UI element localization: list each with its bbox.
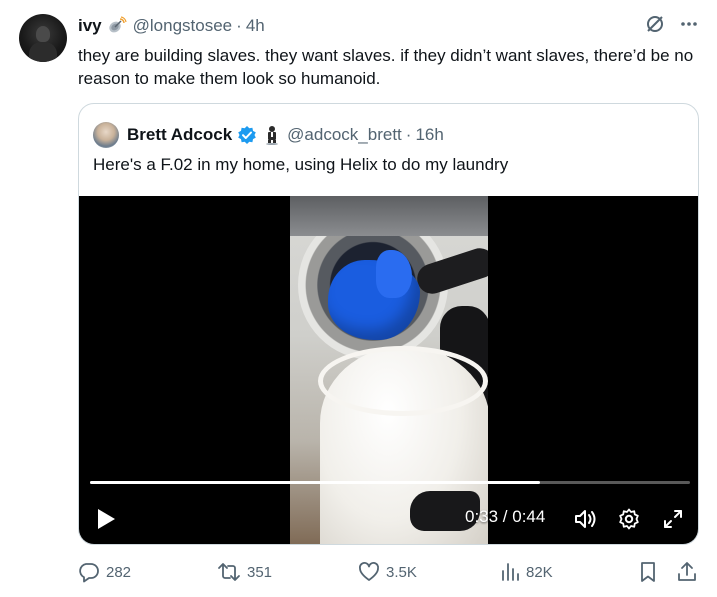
video-progress-fill xyxy=(90,481,540,484)
repost-button[interactable]: 351 xyxy=(217,561,272,583)
more-icon[interactable] xyxy=(679,14,699,34)
fullscreen-icon[interactable] xyxy=(661,507,685,531)
repost-count: 351 xyxy=(247,563,273,581)
separator-dot: · xyxy=(236,16,242,35)
video-frame xyxy=(290,196,488,544)
tweet-text: they are building slaves. they want slav… xyxy=(78,46,694,88)
heart-icon xyxy=(358,561,380,583)
author-avatar[interactable] xyxy=(19,14,67,62)
video-time-display: 0:33 / 0:44 xyxy=(465,507,546,526)
quoted-tweet-header: Brett Adcock @adcock_brett · 16h xyxy=(93,122,444,148)
tweet-header: ivy @longstosee · 4h xyxy=(78,15,265,37)
quoted-author-name[interactable]: Brett Adcock xyxy=(127,125,232,145)
tweet-actions-bar: 282 351 3.5K 82K xyxy=(78,561,698,585)
settings-gear-icon[interactable] xyxy=(617,507,641,531)
like-button[interactable]: 3.5K xyxy=(358,561,417,583)
views-button[interactable]: 82K xyxy=(500,561,553,583)
quoted-tweet-text: Here's a F.02 in my home, using Helix to… xyxy=(93,155,509,174)
author-name[interactable]: ivy xyxy=(78,16,102,36)
share-icon xyxy=(676,561,698,583)
grok-icon[interactable] xyxy=(645,14,665,34)
author-handle[interactable]: @longstosee xyxy=(133,16,233,36)
share-button[interactable] xyxy=(676,561,698,583)
separator-dot: · xyxy=(405,125,412,144)
person-in-suit-levitating-emoji-icon xyxy=(263,125,281,145)
quoted-tweet[interactable]: Brett Adcock @adcock_brett · 16h Here's … xyxy=(78,103,699,545)
volume-icon[interactable] xyxy=(573,507,597,531)
video-progress-bar[interactable] xyxy=(90,481,690,484)
reply-icon xyxy=(78,561,100,583)
views-chart-icon xyxy=(500,561,520,583)
video-player[interactable]: 0:33 / 0:44 xyxy=(79,196,698,544)
repost-icon xyxy=(217,561,241,583)
verified-badge-icon xyxy=(237,125,257,145)
reply-button[interactable]: 282 xyxy=(78,561,131,583)
tweet-top-actions xyxy=(645,14,699,34)
reply-count: 282 xyxy=(106,563,132,581)
views-count: 82K xyxy=(526,563,553,581)
bookmark-button[interactable] xyxy=(638,561,658,583)
like-count: 3.5K xyxy=(386,563,417,581)
tweet-timestamp[interactable]: 4h xyxy=(246,16,265,36)
satellite-antenna-emoji-icon xyxy=(107,16,127,36)
quoted-author-handle[interactable]: @adcock_brett xyxy=(287,125,402,145)
play-icon[interactable] xyxy=(95,507,117,531)
quoted-tweet-timestamp[interactable]: 16h xyxy=(415,125,443,145)
quoted-author-avatar[interactable] xyxy=(93,122,119,148)
bookmark-icon xyxy=(638,561,658,583)
